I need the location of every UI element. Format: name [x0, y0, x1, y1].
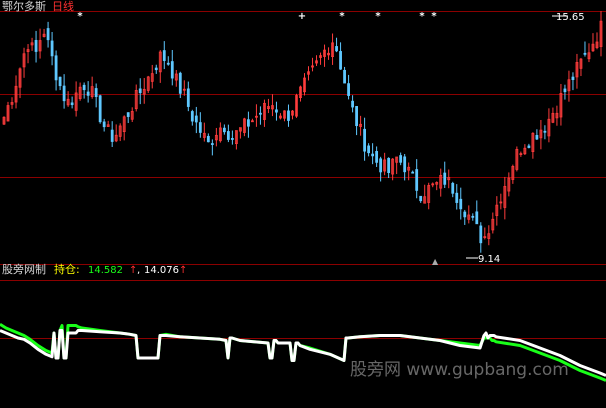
indicator-value-2: 14.076 [144, 265, 179, 276]
candle-body [563, 88, 567, 93]
chart-stage: * + * * * * 鄂尔多斯 日线 15.65 9.14 ▲ 股旁网制 持仓: 14.… [0, 0, 606, 408]
candle-body [535, 134, 539, 140]
candle-body [287, 110, 290, 121]
candle-body [375, 151, 379, 163]
candle-body [451, 182, 455, 194]
candle-body [275, 109, 278, 113]
marker-glyph: * [419, 11, 425, 22]
candle-body [259, 112, 262, 115]
candle-body [170, 61, 174, 79]
candle-body [379, 158, 383, 173]
arrow-2: ↑ [179, 265, 187, 276]
candle-body [371, 153, 375, 157]
candle-body [58, 76, 62, 87]
candle-body [475, 211, 479, 225]
candle-body [94, 88, 98, 98]
candle-body [363, 128, 367, 152]
candle-body [411, 171, 415, 174]
candle-body [479, 225, 483, 244]
candle-body [355, 106, 358, 127]
stock-title: 鄂尔多斯 [2, 0, 46, 13]
low-label: 9.14 [478, 254, 500, 265]
marker-glyph: + [298, 11, 306, 22]
candle-body [210, 143, 214, 145]
gridlines [0, 11, 606, 339]
watermark: 股旁网 www.gupbang.com [350, 360, 569, 380]
candle-body [459, 198, 463, 210]
candle-body [34, 39, 38, 52]
candle-body [194, 115, 198, 123]
candle-body [50, 40, 54, 57]
candle-body [62, 85, 66, 102]
candle-body [471, 215, 475, 218]
candle-body [367, 145, 371, 154]
marker-glyph: * [431, 11, 437, 22]
candle-body [571, 76, 575, 81]
candle-body [166, 62, 170, 65]
top-markers: * + * * * * [77, 11, 437, 22]
candle-body [527, 145, 531, 148]
candle-body [347, 83, 350, 96]
candle-body [415, 169, 419, 191]
candle-body [178, 72, 182, 94]
stock-chart: * + * * * * 鄂尔多斯 日线 15.65 9.14 ▲ 股旁网制 持仓: 14.… [0, 0, 606, 382]
candle-body [443, 172, 447, 185]
candle-body [543, 130, 547, 133]
candle-body [583, 52, 587, 55]
candle-body [399, 155, 403, 163]
marker-glyph: * [375, 11, 381, 22]
candle-body [222, 127, 226, 133]
candle-body [110, 129, 114, 142]
candle-body [230, 138, 234, 140]
candle-body [198, 122, 202, 133]
candle-body [339, 51, 342, 70]
candle-body [138, 88, 142, 94]
indicator-value-1: 14.582 [88, 265, 123, 276]
low-marker-icon: ▲ [432, 257, 439, 266]
hold-label: 持仓: [54, 262, 80, 276]
candle-body [186, 88, 190, 107]
marker-glyph: * [339, 11, 345, 22]
candle-body [455, 192, 459, 203]
marker-glyph: * [77, 11, 83, 22]
period-label: 日线 [52, 0, 74, 13]
candle-body [190, 111, 194, 122]
candle-body [46, 28, 50, 41]
candle-body [98, 95, 102, 123]
candle-body [335, 46, 338, 52]
candle-body [154, 67, 158, 71]
candle-body [226, 131, 230, 140]
candle-body [403, 156, 407, 173]
candle-body [70, 102, 74, 106]
candle-body [82, 84, 86, 91]
high-label: 15.65 [556, 12, 585, 23]
candle-body [102, 121, 106, 128]
candle-body [343, 69, 346, 84]
candle-body [247, 119, 250, 127]
candle-body [162, 50, 166, 61]
candle-body [387, 157, 391, 174]
indicator-name: 股旁网制 [2, 262, 46, 276]
candle-body [54, 55, 58, 81]
candle-body [463, 211, 467, 218]
candlestick-series [2, 11, 603, 253]
candle-body [419, 195, 423, 202]
candle-body [126, 112, 130, 117]
candle-body [351, 100, 354, 108]
comma: , [137, 265, 140, 276]
candle-body [206, 135, 210, 143]
candle-body [86, 91, 90, 96]
